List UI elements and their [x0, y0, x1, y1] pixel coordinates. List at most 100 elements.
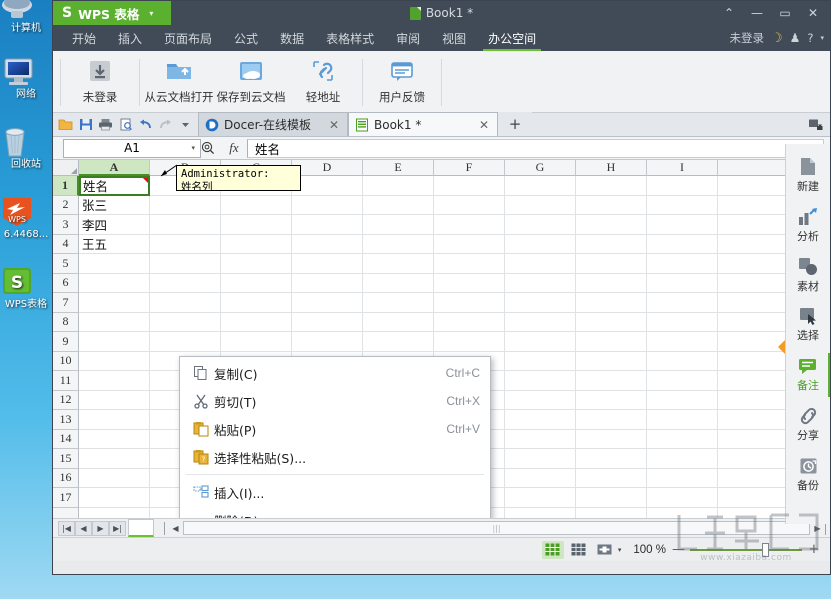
cell-i1[interactable]: [647, 176, 718, 196]
column-header-f[interactable]: F: [434, 160, 505, 176]
column-header-d[interactable]: D: [292, 160, 363, 176]
cell-b4[interactable]: [150, 235, 221, 255]
tab-insert[interactable]: 插入: [107, 25, 153, 51]
cell-f6[interactable]: [434, 274, 505, 294]
cell-j17[interactable]: [718, 488, 789, 508]
cell-d1[interactable]: [292, 176, 363, 196]
cell-d6[interactable]: [292, 274, 363, 294]
row-header-7[interactable]: 7: [53, 293, 79, 313]
cell-b3[interactable]: [150, 215, 221, 235]
first-sheet-button[interactable]: |◀: [58, 521, 75, 536]
scroll-left-arrow-icon[interactable]: ◀: [168, 521, 183, 535]
cell-b7[interactable]: [150, 293, 221, 313]
tab-page-layout[interactable]: 页面布局: [153, 25, 223, 51]
undo-button[interactable]: [136, 115, 155, 135]
cell-c2[interactable]: [221, 196, 292, 216]
tab-data[interactable]: 数据: [269, 25, 315, 51]
cell-a15[interactable]: [79, 449, 150, 469]
column-header-j[interactable]: [718, 160, 789, 176]
cell-c6[interactable]: [221, 274, 292, 294]
row-header-11[interactable]: 11: [53, 371, 79, 391]
desktop-icon-wps-installer[interactable]: WPS 6.4468...: [0, 196, 52, 240]
help-caret-icon[interactable]: ▾: [820, 34, 824, 42]
cell-h7[interactable]: [576, 293, 647, 313]
cell-b9[interactable]: [150, 332, 221, 352]
cell-i12[interactable]: [647, 391, 718, 411]
cell-g13[interactable]: [505, 410, 576, 430]
cell-f1[interactable]: [434, 176, 505, 196]
menu-item-paste[interactable]: 粘贴(P) Ctrl+V: [180, 415, 490, 443]
close-icon[interactable]: ✕: [477, 118, 491, 132]
cell-f5[interactable]: [434, 254, 505, 274]
cell-i7[interactable]: [647, 293, 718, 313]
zoom-slider-handle[interactable]: [762, 543, 769, 557]
cell-c7[interactable]: [221, 293, 292, 313]
menu-item-insert[interactable]: 插入(I)...: [180, 478, 490, 506]
cell-a14[interactable]: [79, 430, 150, 450]
cell-g11[interactable]: [505, 371, 576, 391]
row-header-16[interactable]: 16: [53, 469, 79, 489]
search-reference-icon[interactable]: [201, 141, 223, 155]
cell-j3[interactable]: [718, 215, 789, 235]
cell-d7[interactable]: [292, 293, 363, 313]
cell-a3[interactable]: 李四: [79, 215, 150, 235]
cell-h14[interactable]: [576, 430, 647, 450]
menu-item-delete[interactable]: 删除(D)...: [180, 506, 490, 518]
cell-i17[interactable]: [647, 488, 718, 508]
row-header-12[interactable]: 12: [53, 391, 79, 411]
tab-view[interactable]: 视图: [431, 25, 477, 51]
cell-f9[interactable]: [434, 332, 505, 352]
cell-a7[interactable]: [79, 293, 150, 313]
cell-a1[interactable]: 姓名: [79, 176, 150, 196]
cell-h17[interactable]: [576, 488, 647, 508]
cell-e4[interactable]: [363, 235, 434, 255]
menu-item-paste-special[interactable]: ? 选择性粘贴(S)...: [180, 443, 490, 471]
cell-h10[interactable]: [576, 352, 647, 372]
skin-icon[interactable]: ♟: [790, 31, 801, 45]
cell-c9[interactable]: [221, 332, 292, 352]
restore-ribbon-button[interactable]: ⌃: [716, 2, 742, 24]
night-mode-icon[interactable]: ☽: [771, 31, 783, 46]
cell-j2[interactable]: [718, 196, 789, 216]
cell-a12[interactable]: [79, 391, 150, 411]
row-header-14[interactable]: 14: [53, 430, 79, 450]
cell-d4[interactable]: [292, 235, 363, 255]
normal-view-button[interactable]: [542, 541, 564, 559]
cell-c8[interactable]: [221, 313, 292, 333]
cell-j11[interactable]: [718, 371, 789, 391]
prev-sheet-button[interactable]: ◀: [75, 521, 92, 536]
desktop-icon-wps-spreadsheet[interactable]: S WPS表格: [0, 266, 52, 310]
column-header-i[interactable]: I: [647, 160, 718, 176]
open-from-cloud-button[interactable]: 从云文档打开: [143, 53, 215, 112]
cell-f3[interactable]: [434, 215, 505, 235]
column-header-g[interactable]: G: [505, 160, 576, 176]
zoom-out-button[interactable]: —: [672, 542, 684, 557]
row-header-8[interactable]: 8: [53, 313, 79, 333]
cell-c4[interactable]: [221, 235, 292, 255]
cell-g12[interactable]: [505, 391, 576, 411]
cell-i15[interactable]: [647, 449, 718, 469]
cell-c5[interactable]: [221, 254, 292, 274]
column-header-h[interactable]: H: [576, 160, 647, 176]
cell-b5[interactable]: [150, 254, 221, 274]
zoom-slider[interactable]: [690, 543, 802, 557]
tab-list-button[interactable]: [808, 113, 830, 136]
light-address-button[interactable]: 轻地址: [287, 53, 359, 112]
print-button[interactable]: [96, 115, 115, 135]
row-header-6[interactable]: 6: [53, 274, 79, 294]
cell-g16[interactable]: [505, 469, 576, 489]
close-button[interactable]: ✕: [800, 2, 826, 24]
column-header-e[interactable]: E: [363, 160, 434, 176]
row-header-2[interactable]: 2: [53, 196, 79, 216]
row-header-10[interactable]: 10: [53, 352, 79, 372]
cell-a6[interactable]: [79, 274, 150, 294]
redo-button[interactable]: [156, 115, 175, 135]
cell-g18[interactable]: [505, 508, 576, 519]
cell-h12[interactable]: [576, 391, 647, 411]
cell-i16[interactable]: [647, 469, 718, 489]
sidebar-item-comment[interactable]: 备注: [786, 350, 831, 400]
cell-j12[interactable]: [718, 391, 789, 411]
cell-i6[interactable]: [647, 274, 718, 294]
cell-a18[interactable]: [79, 508, 150, 519]
cell-b6[interactable]: [150, 274, 221, 294]
